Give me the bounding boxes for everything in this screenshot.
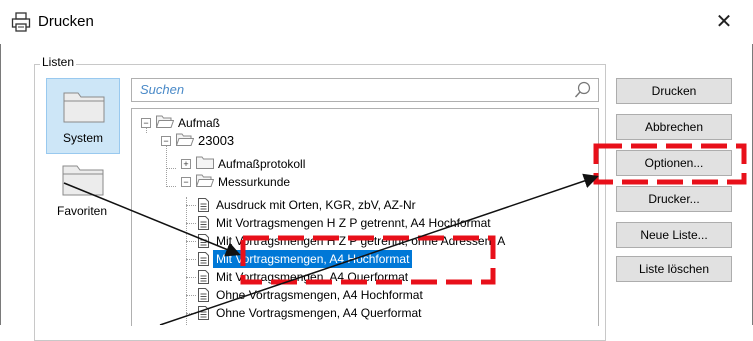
highlight-box	[240, 235, 496, 285]
arrow	[63, 182, 241, 257]
annotation-overlay	[63, 143, 747, 325]
arrow	[159, 173, 599, 325]
highlight-box	[593, 143, 747, 185]
